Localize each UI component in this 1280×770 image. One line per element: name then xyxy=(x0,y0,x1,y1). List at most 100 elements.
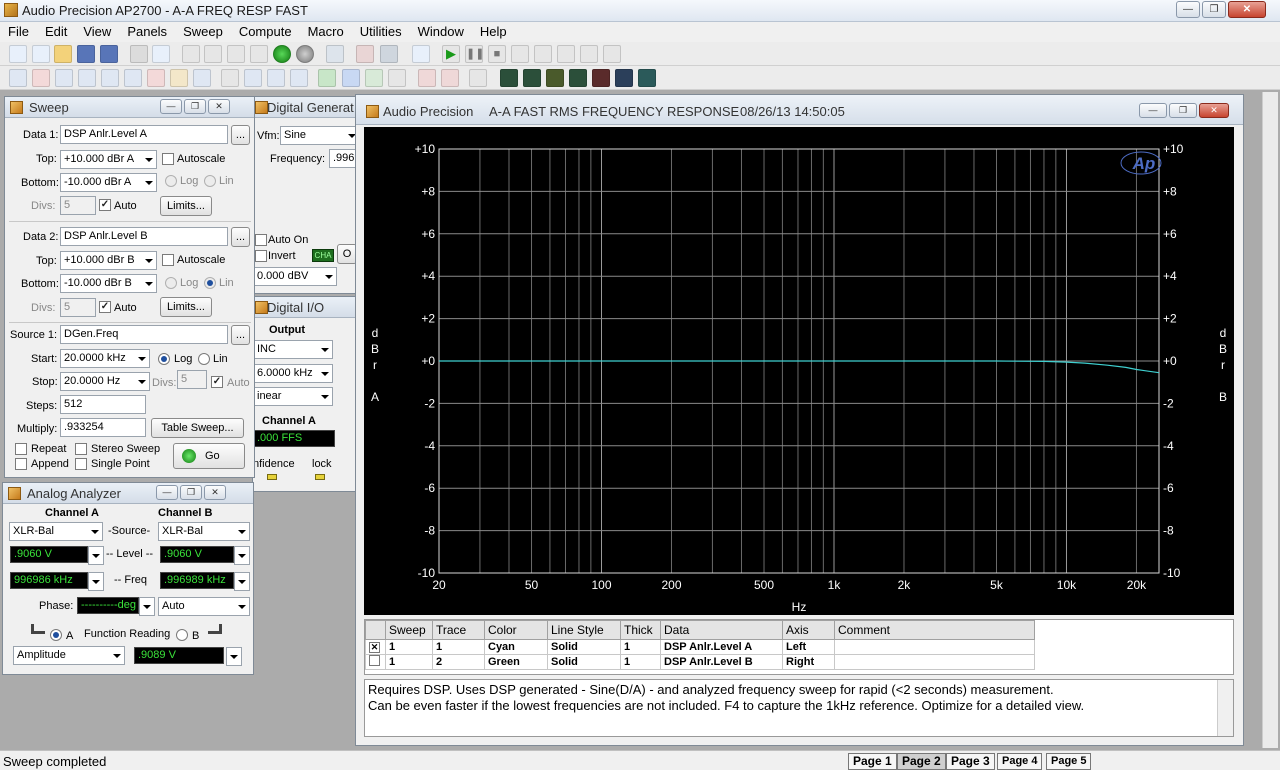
graph-close-button[interactable]: ✕ xyxy=(1199,103,1229,118)
menu-view[interactable]: View xyxy=(75,22,119,42)
lin-radio[interactable] xyxy=(198,353,210,365)
setup-icon[interactable] xyxy=(412,45,430,63)
legend-header-comment[interactable]: Comment xyxy=(834,620,1035,640)
legend-header-color[interactable]: Color xyxy=(484,620,548,640)
close-button[interactable]: ✕ xyxy=(1228,1,1266,18)
graph-panel-icon[interactable] xyxy=(9,69,27,87)
save-icon[interactable] xyxy=(77,45,95,63)
divs2-input[interactable]: 5 xyxy=(60,298,96,317)
gen-level-input[interactable]: 0.000 dBV xyxy=(253,267,337,286)
source-a-select[interactable]: XLR-Bal xyxy=(9,522,103,541)
notes-icon[interactable] xyxy=(469,69,487,87)
check-icon[interactable] xyxy=(244,69,262,87)
analyzer-close-button[interactable]: ✕ xyxy=(204,485,226,500)
legend-header-thick[interactable]: Thick xyxy=(620,620,661,640)
dig-gen-icon[interactable] xyxy=(147,69,165,87)
function-a-radio[interactable] xyxy=(50,629,62,641)
autoscale1-checkbox[interactable] xyxy=(162,153,174,165)
auto2-checkbox[interactable] xyxy=(99,301,111,313)
top2-input[interactable]: +10.000 dBr B xyxy=(60,251,157,270)
stop-square-icon[interactable]: ■ xyxy=(488,45,506,63)
meter-icon[interactable] xyxy=(170,69,188,87)
function-reading-unit-select[interactable] xyxy=(226,647,242,666)
level-a-unit-select[interactable] xyxy=(88,546,104,565)
legend-header-data[interactable]: Data xyxy=(660,620,783,640)
limits1-button[interactable]: Limits... xyxy=(160,196,212,216)
view-1-icon[interactable] xyxy=(500,69,518,87)
menu-panels[interactable]: Panels xyxy=(119,22,175,42)
speaker-icon[interactable] xyxy=(193,69,211,87)
print-preview-icon[interactable] xyxy=(152,45,170,63)
table-icon[interactable] xyxy=(388,69,406,87)
data2-browse-button[interactable]: ... xyxy=(231,227,250,247)
log-radio[interactable] xyxy=(158,353,170,365)
step-over-icon[interactable] xyxy=(580,45,598,63)
sweep-maximize-button[interactable]: ❐ xyxy=(184,99,206,114)
autoscale2-checkbox[interactable] xyxy=(162,254,174,266)
source1-browse-button[interactable]: ... xyxy=(231,325,250,345)
toggle-icon[interactable] xyxy=(380,45,398,63)
graph-maximize-button[interactable]: ❐ xyxy=(1169,103,1197,118)
bottom2-input[interactable]: -10.000 dBr B xyxy=(60,274,157,293)
append-checkbox[interactable] xyxy=(15,458,27,470)
source-b-select[interactable]: XLR-Bal xyxy=(158,522,250,541)
cut-icon[interactable] xyxy=(204,45,222,63)
go-button[interactable]: Go xyxy=(173,443,245,469)
step-out-icon[interactable] xyxy=(603,45,621,63)
row-thick[interactable]: 1 xyxy=(620,654,661,670)
view-3-icon[interactable] xyxy=(546,69,564,87)
page-tab-1[interactable]: Page 1 xyxy=(848,753,897,770)
page-tab-4[interactable]: Page 4 xyxy=(997,753,1043,770)
top1-input[interactable]: +10.000 dBr A xyxy=(60,150,157,169)
row-color[interactable]: Cyan xyxy=(484,639,548,655)
view-2-icon[interactable] xyxy=(523,69,541,87)
menu-utilities[interactable]: Utilities xyxy=(352,22,410,42)
output-on-button[interactable]: O xyxy=(337,244,357,264)
sweep-minimize-button[interactable]: — xyxy=(160,99,182,114)
stop-input[interactable]: 20.0000 Hz xyxy=(60,372,150,391)
sweep-close-button[interactable]: ✕ xyxy=(208,99,230,114)
plot-area[interactable]: +10 +8 +6 +4 +2 +0 -2 -4 -6 -8 -10 +10 +8 +6 +4 +2 +0 -2… xyxy=(364,127,1234,615)
mixer-icon[interactable] xyxy=(290,69,308,87)
sync-select[interactable]: INC xyxy=(253,340,333,359)
source1-input[interactable]: DGen.Freq xyxy=(60,325,228,344)
save-as-icon[interactable] xyxy=(100,45,118,63)
row-style[interactable]: Solid xyxy=(547,654,621,670)
legend-header-trace[interactable]: Trace xyxy=(432,620,485,640)
step-into-icon[interactable] xyxy=(557,45,575,63)
waveform-select[interactable]: Sine xyxy=(280,126,360,145)
view-5-icon[interactable] xyxy=(592,69,610,87)
glasses-icon[interactable] xyxy=(534,45,552,63)
graph-minimize-button[interactable]: — xyxy=(1139,103,1167,118)
table-row[interactable]: ✕ 1 1 Cyan Solid 1 DSP Anlr.Level A Left xyxy=(365,639,1035,655)
table-sweep-button[interactable]: Table Sweep... xyxy=(151,418,244,438)
phase-unit-select[interactable] xyxy=(139,597,155,616)
waveform-icon[interactable] xyxy=(55,69,73,87)
rate-input[interactable]: 6.0000 kHz xyxy=(253,364,333,383)
dcx-icon[interactable] xyxy=(221,69,239,87)
bargraph-icon[interactable] xyxy=(418,69,436,87)
page-tab-5[interactable]: Page 5 xyxy=(1046,753,1092,770)
data1-browse-button[interactable]: ... xyxy=(231,125,250,145)
maximize-button[interactable]: ❐ xyxy=(1202,1,1226,18)
auto1-checkbox[interactable] xyxy=(99,199,111,211)
hand-icon[interactable] xyxy=(511,45,529,63)
data2-input[interactable]: DSP Anlr.Level B xyxy=(60,227,228,246)
play-icon[interactable]: ▶ xyxy=(442,45,460,63)
menu-compute[interactable]: Compute xyxy=(231,22,300,42)
menu-file[interactable]: File xyxy=(0,22,37,42)
generator-icon[interactable] xyxy=(32,69,50,87)
divs1-input[interactable]: 5 xyxy=(60,196,96,215)
limits2-button[interactable]: Limits... xyxy=(160,297,212,317)
auto3-checkbox[interactable] xyxy=(211,376,223,388)
legend-header-line-style[interactable]: Line Style xyxy=(547,620,621,640)
legend-header-sweep[interactable]: Sweep xyxy=(385,620,433,640)
menu-sweep[interactable]: Sweep xyxy=(175,22,231,42)
stereo-sweep-checkbox[interactable] xyxy=(75,443,87,455)
analyzer-icon[interactable] xyxy=(78,69,96,87)
row-comment[interactable] xyxy=(834,654,1035,670)
row-checkbox[interactable] xyxy=(365,654,386,670)
sweep-icon[interactable] xyxy=(101,69,119,87)
row-style[interactable]: Solid xyxy=(547,639,621,655)
filter-icon[interactable] xyxy=(124,69,142,87)
